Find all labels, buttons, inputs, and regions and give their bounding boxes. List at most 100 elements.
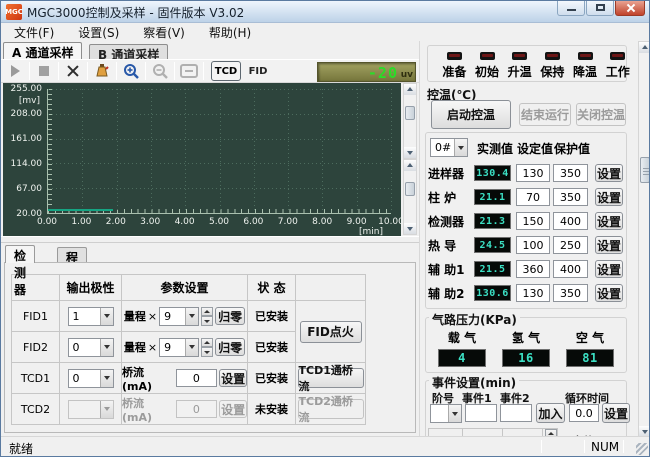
toolbar-separator <box>29 62 30 80</box>
scrollbar-thumb[interactable] <box>405 182 415 196</box>
resize-grip[interactable] <box>636 443 648 455</box>
led-indicator <box>480 52 495 60</box>
scroll-down-icon[interactable] <box>404 223 416 234</box>
detector-header-params: 参数设置 <box>122 275 248 301</box>
fid2-polarity-select[interactable]: 0 <box>68 338 114 357</box>
zoom-in-button[interactable] <box>121 61 141 81</box>
tcd2-bridge-input[interactable]: 0 <box>176 400 218 418</box>
temp-set-input[interactable]: 70 <box>516 188 550 206</box>
cycle-set-button[interactable]: 设置 <box>602 403 630 423</box>
delete-button[interactable] <box>63 61 83 81</box>
temp-protect-input[interactable]: 350 <box>553 164 588 182</box>
maximize-button[interactable] <box>586 1 614 16</box>
led-label: 升温 <box>508 63 532 80</box>
scroll-down-icon[interactable] <box>404 147 416 158</box>
menu-item-3[interactable]: 帮助(H) <box>200 22 260 43</box>
temp-set-input[interactable]: 360 <box>516 260 550 278</box>
cycle-time-input[interactable]: 0.0 <box>569 404 599 422</box>
temp-protect-input[interactable]: 350 <box>553 284 588 302</box>
event-table-spinner[interactable] <box>545 429 557 436</box>
temp-set-button[interactable]: 设置 <box>595 164 623 182</box>
fid1-polarity-select[interactable]: 1 <box>68 307 114 326</box>
app-icon: MGC <box>6 4 22 20</box>
tcd1-bridge-button[interactable]: TCD1通桥流 <box>298 368 364 388</box>
temp-set-button[interactable]: 设置 <box>595 212 623 230</box>
temp-set-button[interactable]: 设置 <box>595 284 623 302</box>
led-groupbox: 准备初始升温保持降温工作 <box>427 45 627 82</box>
y-axis-unit: [mv] <box>19 96 40 106</box>
bridge-label: 桥流(mA) <box>122 395 174 424</box>
display-button[interactable] <box>179 61 199 81</box>
add-button[interactable]: 加入 <box>536 403 565 423</box>
tab-channel-a[interactable]: A 通道采样 <box>3 42 82 59</box>
scrollbar-thumb[interactable] <box>405 106 415 120</box>
tab-temp-program[interactable]: 程序升温 <box>57 247 87 263</box>
fid-toggle-button[interactable]: FID <box>244 66 272 77</box>
tab-detector[interactable]: 检测器 <box>5 245 35 263</box>
menu-item-1[interactable]: 设置(S) <box>69 22 128 43</box>
temp-set-input[interactable]: 100 <box>516 236 550 254</box>
tcd2-bridge-button[interactable]: TCD2通桥流 <box>298 399 364 419</box>
stage-select[interactable] <box>430 404 462 423</box>
tab-channel-b[interactable]: B 通道采样 <box>89 44 168 59</box>
fid1-range-spinner[interactable] <box>201 307 213 326</box>
tcd1-bridge-input[interactable]: 0 <box>176 369 218 387</box>
start-temp-button[interactable]: 启动控温 <box>431 100 511 129</box>
grid-line-vertical <box>151 89 152 213</box>
tcd2-set-button[interactable]: 设置 <box>219 400 247 418</box>
close-button[interactable] <box>615 1 645 16</box>
temp-set-input[interactable]: 130 <box>516 284 550 302</box>
chart-scale-scrollbar-upper[interactable] <box>403 83 417 159</box>
scroll-up-icon[interactable] <box>404 84 416 95</box>
scrollbar-thumb[interactable] <box>640 157 650 183</box>
stop-button[interactable] <box>34 61 54 81</box>
temp-protect-input[interactable]: 350 <box>553 188 588 206</box>
temp-set-input[interactable]: 150 <box>516 212 550 230</box>
menu-item-2[interactable]: 察看(V) <box>134 22 194 43</box>
start-button[interactable] <box>5 61 25 81</box>
tcd-toggle-button[interactable]: TCD <box>211 61 241 81</box>
fid2-zero-button[interactable]: 归零 <box>215 338 245 356</box>
event2-input[interactable] <box>500 404 532 422</box>
temp-set-button[interactable]: 设置 <box>595 188 623 206</box>
chart-scale-scrollbar-lower[interactable] <box>403 159 417 235</box>
temp-protect-input[interactable]: 400 <box>553 212 588 230</box>
scroll-up-icon[interactable] <box>404 160 416 171</box>
plot-area <box>47 89 391 214</box>
scroll-up-icon[interactable] <box>639 42 650 53</box>
temp-set-input[interactable]: 130 <box>516 164 550 182</box>
y-tick-label: 114.00 <box>11 159 43 169</box>
tcd1-polarity-select[interactable]: 0 <box>68 369 114 388</box>
led-indicator <box>610 52 625 60</box>
grid-line-vertical <box>220 89 221 213</box>
close-temp-button[interactable]: 关闭控温 <box>576 103 626 126</box>
event1-input[interactable] <box>465 404 497 422</box>
calibrate-button[interactable] <box>92 61 112 81</box>
right-panel-scrollbar[interactable] <box>638 41 650 438</box>
fid2-range-select[interactable]: 9 <box>159 338 199 357</box>
minimize-button[interactable] <box>557 1 585 16</box>
fid2-range-spinner[interactable] <box>201 338 213 357</box>
detector-header-actions <box>296 275 366 301</box>
channel-tabs: A 通道采样 B 通道采样 <box>1 42 419 59</box>
detector-row-name: TCD1 <box>12 363 60 394</box>
fid1-range-select[interactable]: 9 <box>159 307 199 326</box>
temp-protect-input[interactable]: 400 <box>553 260 588 278</box>
temp-protect-input[interactable]: 250 <box>553 236 588 254</box>
temp-set-button[interactable]: 设置 <box>595 260 623 278</box>
fid1-zero-button[interactable]: 归零 <box>215 307 245 325</box>
led-label: 工作 <box>606 63 630 80</box>
fid-ignite-button[interactable]: FID点火 <box>300 321 362 343</box>
x-axis-labels: 0.001.002.003.004.005.006.007.008.009.00… <box>47 217 391 229</box>
menu-item-0[interactable]: 文件(F) <box>5 22 63 43</box>
temp-row-name: 检测器 <box>428 213 472 230</box>
temp-set-button[interactable]: 设置 <box>595 236 623 254</box>
end-run-button[interactable]: 结束运行 <box>519 103 571 126</box>
splitter[interactable] <box>1 236 419 243</box>
select-value: 0 <box>73 341 80 354</box>
events-title: 事件设置(min) <box>429 374 519 391</box>
unit-selector[interactable]: 0# <box>430 138 468 157</box>
tcd1-set-button[interactable]: 设置 <box>219 369 247 387</box>
tcd2-polarity-select[interactable] <box>68 400 114 419</box>
zoom-out-button[interactable] <box>150 61 170 81</box>
